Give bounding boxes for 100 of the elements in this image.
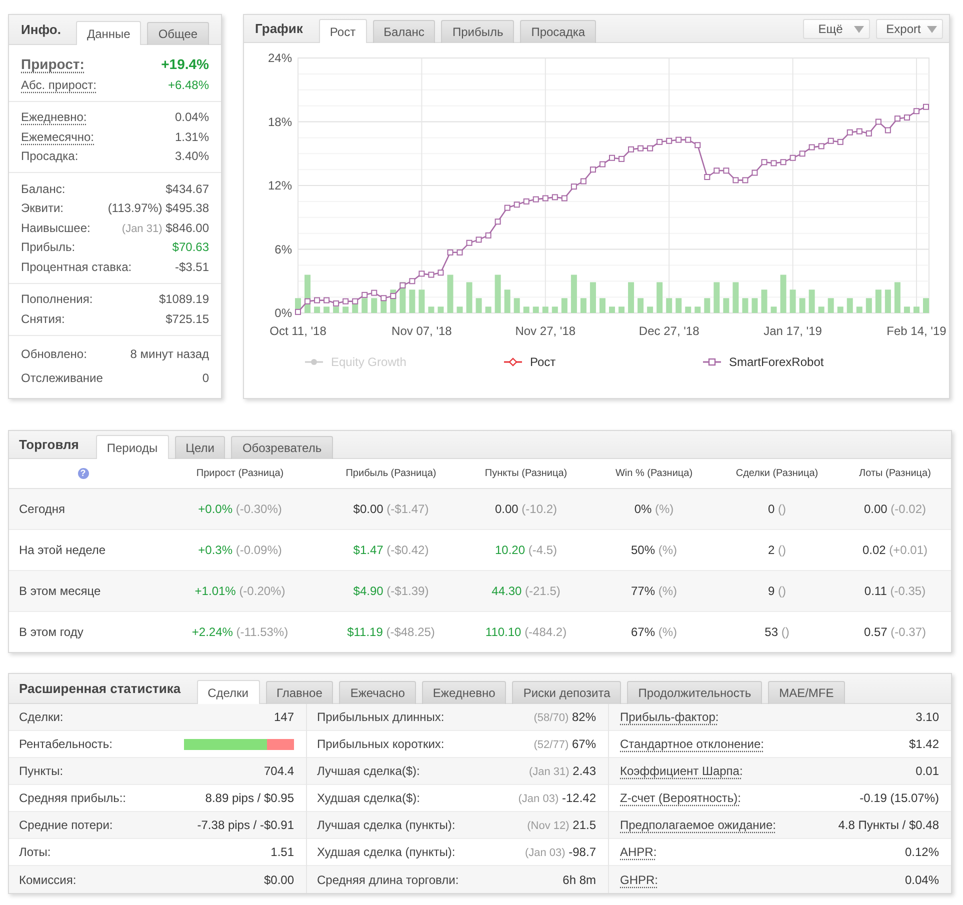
histogram-bar [676, 298, 682, 313]
stat-value: 1.31% [174, 130, 209, 144]
data-point-marker [570, 184, 577, 190]
stat-value: (Jan 31) 2.43 [528, 764, 596, 778]
table-cell: 9 () [768, 584, 786, 598]
tab[interactable]: Ежедневно [422, 681, 506, 704]
y-axis-label: 18% [268, 114, 292, 129]
x-axis-label: Nov 27, '18 [515, 324, 576, 338]
histogram-bar [704, 298, 710, 313]
row-label: Сегодня [19, 502, 65, 516]
stat-label: Процентная ставка: [21, 260, 132, 274]
stat-value: 0.04% [904, 872, 939, 886]
histogram-bar [656, 282, 663, 313]
histogram-bar [628, 282, 634, 313]
legend-marker-icon [305, 357, 323, 367]
y-axis-label: 0% [274, 306, 292, 320]
stat-label: GHPR: [620, 872, 658, 886]
histogram-bar [609, 306, 615, 313]
histogram-bar [752, 298, 758, 313]
data-point-marker [476, 236, 482, 243]
data-point-marker [447, 249, 454, 256]
dropdown-button[interactable]: Export [876, 19, 943, 39]
data-point-marker [456, 249, 463, 256]
stat-label: Рентабельность: [19, 737, 112, 751]
data-point-marker [504, 204, 510, 211]
histogram-bar [438, 306, 444, 313]
tab[interactable]: Общее [147, 22, 209, 45]
stat-label: Средняя длина торговли: [317, 872, 459, 886]
stat-label: Прибыль-фактор: [620, 710, 719, 724]
histogram-bar [923, 298, 929, 313]
stat-label: Коэффициент Шарпа: [620, 764, 743, 778]
table-cell: 0.02 (+0.01) [862, 543, 928, 557]
tab[interactable]: Главное [266, 681, 334, 704]
stat-label: Лучшая сделка (пункты): [317, 818, 456, 832]
data-point-marker [761, 159, 768, 166]
tab[interactable]: Обозреватель [231, 436, 333, 459]
data-point-marker [780, 159, 786, 166]
stat-value: -$3.51 [174, 260, 209, 274]
column-header: Win % (Разница) [615, 468, 693, 479]
tab[interactable]: MAE/MFE [768, 681, 845, 704]
table-cell: 0.57 (-0.37) [864, 625, 926, 639]
x-axis-label: Nov 07, '18 [392, 324, 452, 338]
histogram-bar [647, 306, 654, 313]
table-cell: 0.00 (-10.2) [494, 502, 558, 516]
table-cell: 0.11 (-0.35) [864, 584, 926, 598]
stat-label: Средняя прибыль:: [19, 791, 126, 805]
stat-label: AHPR: [620, 845, 657, 859]
row-label: На этой неделе [19, 543, 106, 557]
tab[interactable]: Риски депозита [512, 681, 622, 704]
data-point-marker [732, 177, 739, 184]
legend-item[interactable]: SmartForexRobot [703, 355, 824, 369]
histogram-bar [761, 290, 768, 313]
tab[interactable]: Рост [318, 19, 367, 43]
dropdown-button[interactable]: Ещё [803, 19, 870, 39]
column-header: Лоты (Разница) [859, 468, 931, 479]
row-label: В этом году [19, 625, 84, 639]
tab[interactable]: Баланс [372, 20, 436, 43]
stat-label: Отслеживание [21, 370, 103, 384]
histogram-bar [742, 298, 748, 313]
data-point-marker [770, 160, 777, 166]
stat-label: Эквити: [21, 201, 64, 216]
stat-label: Прибыльных коротких: [317, 737, 444, 751]
tab[interactable]: Периоды [96, 435, 169, 459]
stat-label: Худшая сделка($): [317, 791, 420, 805]
stat-label: Снятия: [21, 312, 65, 326]
stat-value: 8 минут назад [130, 346, 209, 360]
stat-value: (58/70) 82% [534, 710, 596, 724]
stat-label: Обновлено: [21, 346, 87, 360]
stat-label: Пополнения: [21, 292, 93, 306]
stat-label: Стандартное отклонение: [620, 737, 764, 751]
stat-value: 1.51 [270, 845, 294, 859]
data-point-marker [418, 270, 425, 277]
stat-value: -0.19 (15.07%) [860, 791, 939, 805]
stat-value: +6.48% [168, 78, 209, 92]
table-cell: 110.10 (-484.2) [485, 625, 567, 639]
stat-value: (Jan 03) -98.7 [524, 845, 596, 859]
tab[interactable]: Ежечасно [339, 681, 416, 704]
tab[interactable]: Данные [76, 21, 142, 45]
tab[interactable]: Продолжительность [627, 681, 762, 704]
stat-value: 3.40% [174, 149, 209, 164]
histogram-bar [428, 306, 434, 313]
stat-value: 147 [274, 710, 294, 724]
stat-value: -7.38 pips / -$0.91 [197, 818, 294, 832]
stat-value: $434.67 [166, 182, 209, 196]
stat-value: 6h 8m [562, 872, 596, 886]
histogram-bar [685, 306, 692, 313]
data-point-marker [428, 272, 434, 278]
data-point-marker [295, 308, 301, 315]
tab[interactable]: Просадка [520, 20, 596, 43]
panel-title: График [255, 21, 303, 36]
legend-item[interactable]: Рост [504, 355, 556, 369]
histogram-bar [418, 290, 425, 313]
histogram-bar [618, 306, 625, 313]
tab[interactable]: Цели [174, 436, 226, 459]
tab[interactable]: Сделки [196, 680, 260, 704]
data-point-marker [808, 144, 815, 150]
data-point-marker [742, 177, 748, 184]
tab[interactable]: Прибыль [441, 20, 514, 43]
data-point-marker [333, 300, 340, 306]
table-cell: 10.20 (-4.5) [494, 543, 558, 557]
